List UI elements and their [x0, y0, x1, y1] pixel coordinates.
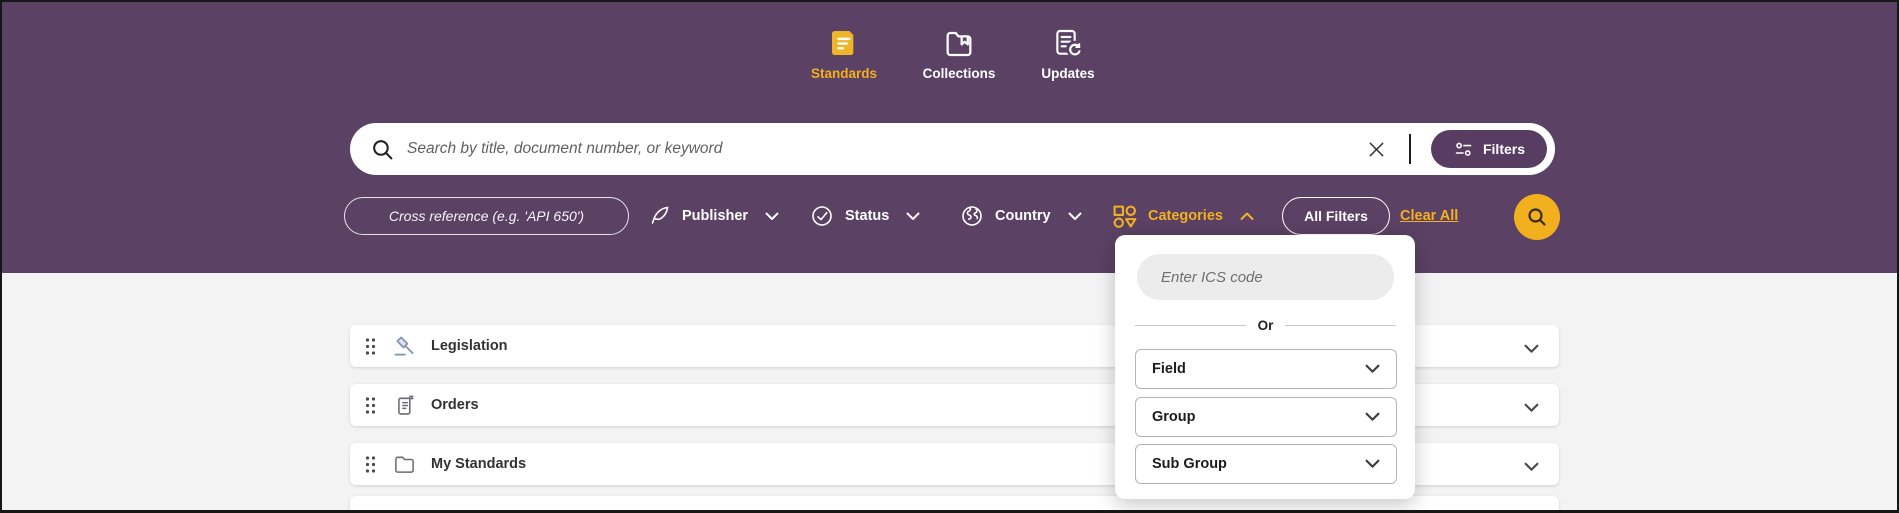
- shapes-categories-icon: [1112, 204, 1137, 229]
- collections-folder-icon: [943, 24, 975, 62]
- chevron-down-icon: [1365, 412, 1380, 422]
- sub-group-select-label: Sub Group: [1152, 456, 1227, 472]
- or-label: Or: [1258, 318, 1274, 333]
- tab-standards-label: Standards: [811, 66, 877, 81]
- folder-icon: [391, 453, 417, 476]
- search-bar: Filters: [350, 123, 1555, 175]
- group-select[interactable]: Group: [1135, 397, 1397, 437]
- all-filters-button[interactable]: All Filters: [1282, 197, 1390, 235]
- chevron-down-icon: [1365, 459, 1380, 469]
- chip-country[interactable]: Country: [960, 197, 1082, 235]
- standards-doc-icon: [828, 24, 860, 62]
- ics-code-input[interactable]: [1137, 254, 1394, 300]
- chip-status-label: Status: [845, 208, 889, 224]
- or-divider: Or: [1135, 315, 1396, 335]
- drag-handle-icon[interactable]: [364, 455, 377, 474]
- list-row-label: Legislation: [431, 338, 508, 354]
- clear-all-label: Clear All: [1400, 208, 1458, 224]
- filters-button-label: Filters: [1483, 141, 1525, 157]
- tab-collections[interactable]: Collections: [914, 24, 1004, 96]
- chip-publisher-label: Publisher: [682, 208, 748, 224]
- check-circle-icon: [810, 204, 834, 228]
- tab-standards[interactable]: Standards: [802, 24, 886, 96]
- drag-handle-icon[interactable]: [364, 337, 377, 356]
- header: Standards Collections Updates: [2, 2, 1897, 273]
- app-window: Standards Collections Updates: [0, 0, 1899, 513]
- field-select-label: Field: [1152, 361, 1186, 377]
- chevron-down-icon[interactable]: [1524, 400, 1539, 418]
- field-select[interactable]: Field: [1135, 349, 1397, 389]
- search-input[interactable]: [407, 140, 1366, 158]
- chip-categories[interactable]: Categories: [1112, 197, 1254, 235]
- search-divider: [1409, 134, 1411, 164]
- all-filters-label: All Filters: [1304, 208, 1368, 224]
- tab-updates[interactable]: Updates: [1030, 24, 1106, 96]
- list-row-label: My Standards: [431, 456, 526, 472]
- chevron-up-icon: [1240, 212, 1254, 221]
- submit-search-button[interactable]: [1514, 194, 1560, 240]
- clear-all-link[interactable]: Clear All: [1400, 197, 1458, 235]
- chip-categories-label: Categories: [1148, 208, 1223, 224]
- clear-search-icon[interactable]: [1366, 139, 1387, 160]
- chevron-down-icon: [906, 212, 920, 221]
- chip-country-label: Country: [995, 208, 1051, 224]
- categories-panel: Or Field Group Sub Group: [1115, 235, 1415, 499]
- gavel-icon: [391, 335, 417, 358]
- filter-sliders-icon: [1453, 139, 1474, 160]
- search-icon: [1525, 205, 1549, 229]
- chevron-down-icon: [765, 212, 779, 221]
- list-row-label: Orders: [431, 397, 479, 413]
- globe-icon: [960, 204, 984, 228]
- tab-updates-label: Updates: [1041, 66, 1094, 81]
- sub-group-select[interactable]: Sub Group: [1135, 444, 1397, 484]
- chevron-down-icon[interactable]: [1524, 459, 1539, 477]
- filters-button[interactable]: Filters: [1431, 130, 1547, 168]
- chevron-down-icon[interactable]: [1524, 341, 1539, 359]
- updates-refresh-doc-icon: [1052, 24, 1084, 62]
- chip-publisher[interactable]: Publisher: [647, 197, 779, 235]
- chevron-down-icon: [1068, 212, 1082, 221]
- search-icon: [370, 137, 395, 162]
- chip-status[interactable]: Status: [810, 197, 920, 235]
- chevron-down-icon: [1365, 364, 1380, 374]
- quill-icon: [647, 204, 671, 228]
- scroll-document-icon: [391, 394, 417, 417]
- cross-reference-input[interactable]: [344, 197, 629, 235]
- tab-collections-label: Collections: [923, 66, 996, 81]
- divider-line: [1135, 325, 1246, 326]
- divider-line: [1285, 325, 1396, 326]
- group-select-label: Group: [1152, 409, 1196, 425]
- drag-handle-icon[interactable]: [364, 396, 377, 415]
